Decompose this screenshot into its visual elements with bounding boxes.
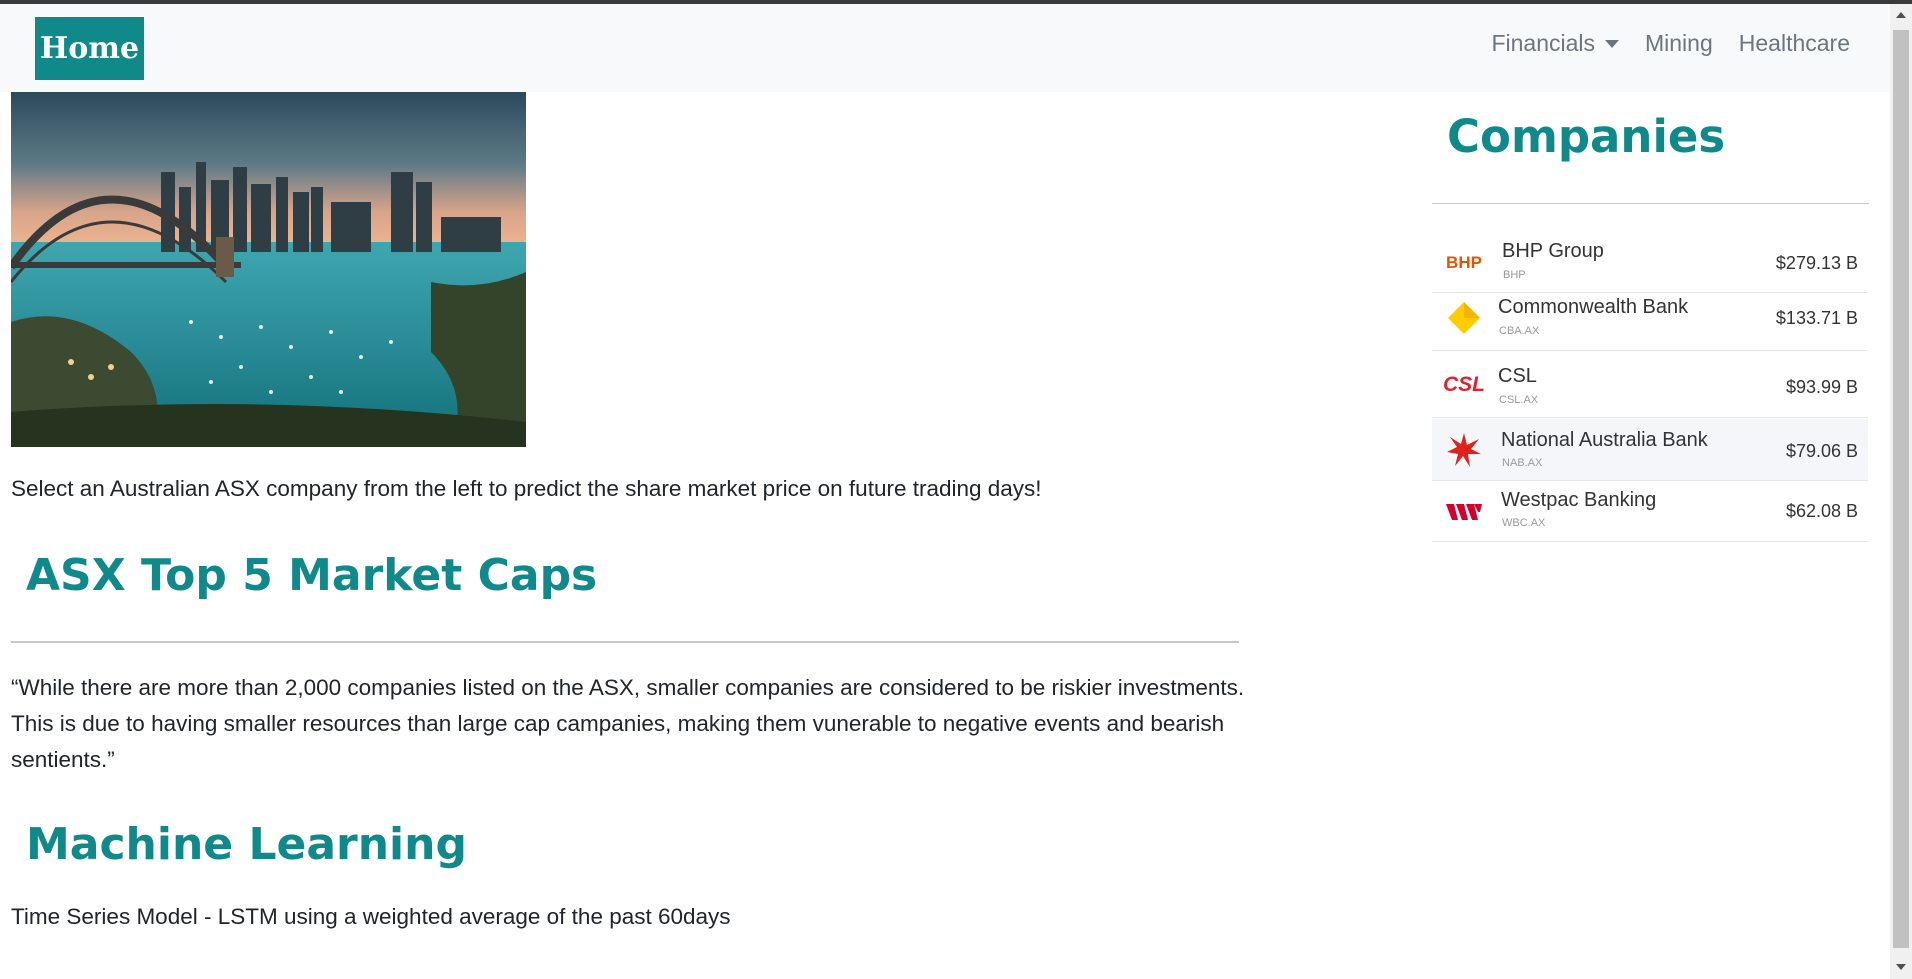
ml-section-title: Machine Learning (26, 819, 467, 870)
company-ticker: CBA.AX (1499, 325, 1540, 337)
nav-healthcare-link[interactable]: Healthcare (1739, 30, 1850, 57)
company-name: National Australia Bank (1501, 429, 1708, 451)
market-cap: $79.06 B (1785, 441, 1858, 461)
company-name: CSL (1498, 365, 1537, 387)
navbar: Home Financials Mining Healthcare (0, 4, 1890, 92)
nab-star-icon (1444, 430, 1484, 470)
scroll-thumb[interactable] (1893, 30, 1909, 948)
asx-section-title: ASX Top 5 Market Caps (26, 550, 598, 601)
bhp-logo-text: BHP (1446, 253, 1482, 272)
home-button[interactable]: Home (35, 17, 144, 80)
bhp-logo-icon: BHP (1444, 243, 1484, 283)
nav-financials-dropdown[interactable]: Financials (1491, 30, 1619, 57)
ml-description: Time Series Model - LSTM using a weighte… (11, 904, 731, 929)
market-cap: $133.71 B (1775, 308, 1858, 328)
csl-logo-text: CSL (1443, 373, 1485, 396)
scroll-down-arrow-icon[interactable] (1896, 964, 1906, 970)
section-divider (11, 641, 1239, 643)
market-cap: $279.13 B (1775, 253, 1858, 273)
nav-links: Financials Mining Healthcare (1491, 30, 1850, 57)
market-cap: $62.08 B (1785, 501, 1858, 521)
sydney-harbour-image (11, 92, 526, 447)
csl-logo-icon: CSL (1443, 365, 1485, 405)
company-item-bhp[interactable]: BHP BHP Group BHP $279.13 B (1432, 233, 1868, 293)
company-item-westpac[interactable]: Westpac Banking WBC.AX $62.08 B (1432, 482, 1868, 542)
company-ticker: BHP (1503, 269, 1526, 281)
cba-diamond-icon (1444, 298, 1484, 338)
nav-mining-link[interactable]: Mining (1645, 30, 1713, 57)
intro-text: Select an Australian ASX company from th… (11, 476, 1042, 501)
company-name: Commonwealth Bank (1498, 296, 1689, 318)
caret-down-icon (1605, 39, 1619, 48)
company-name: Westpac Banking (1501, 489, 1657, 511)
company-item-csl[interactable]: CSL CSL CSL.AX $93.99 B (1432, 352, 1868, 418)
market-cap: $93.99 B (1785, 377, 1858, 397)
company-item-cba[interactable]: Commonwealth Bank CBA.AX $133.71 B (1432, 290, 1868, 351)
company-ticker: WBC.AX (1502, 517, 1546, 529)
companies-title: Companies (1447, 110, 1726, 163)
westpac-w-icon (1444, 492, 1484, 532)
asx-quote: “While there are more than 2,000 compani… (11, 675, 1245, 772)
vertical-scrollbar[interactable] (1890, 4, 1912, 979)
sidebar-divider (1432, 203, 1869, 204)
company-ticker: NAB.AX (1502, 457, 1543, 469)
scroll-up-arrow-icon[interactable] (1896, 12, 1906, 18)
nav-financials-label: Financials (1491, 30, 1595, 56)
company-ticker: CSL.AX (1499, 394, 1539, 406)
company-name: BHP Group (1502, 240, 1604, 262)
company-item-nab[interactable]: National Australia Bank NAB.AX $79.06 B (1432, 419, 1868, 481)
